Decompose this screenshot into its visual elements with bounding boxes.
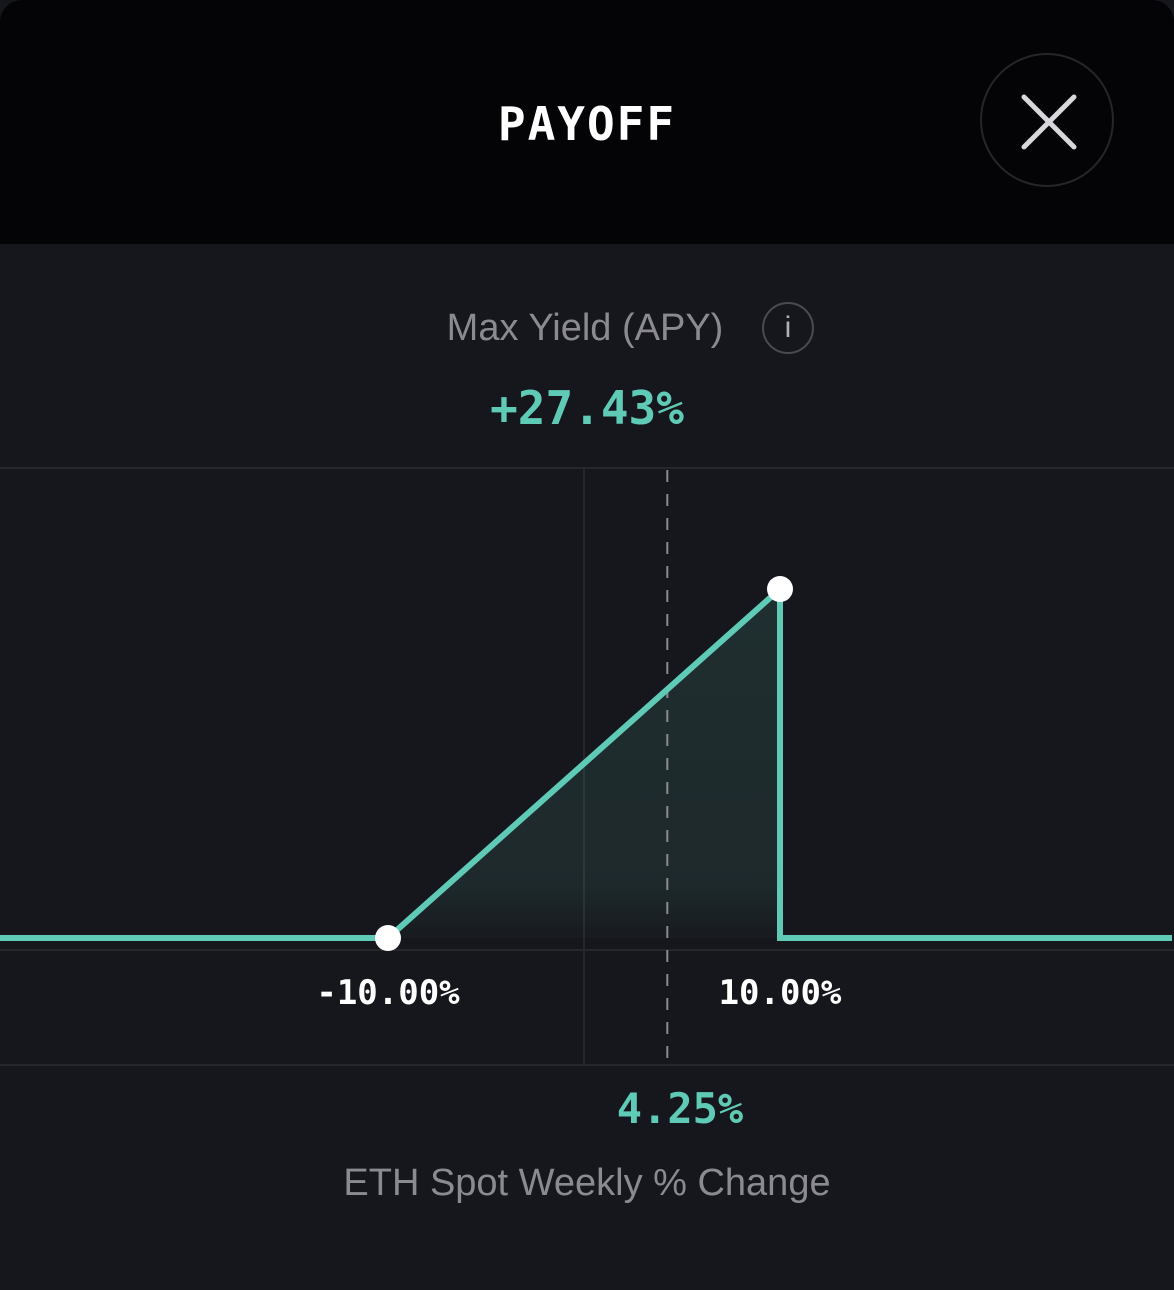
x-axis-title: ETH Spot Weekly % Change [343, 1162, 831, 1204]
payoff-modal: PAYOFF Max Yield (APY) i +27.43% -10.00%… [0, 0, 1174, 1290]
current-spot-value: 4.25% [616, 1084, 744, 1133]
payoff-marker-1 [767, 576, 793, 602]
payoff-marker-0 [375, 925, 401, 951]
x-tick-label-0: -10.00% [316, 973, 460, 1013]
x-tick-label-1: 10.00% [719, 973, 842, 1013]
